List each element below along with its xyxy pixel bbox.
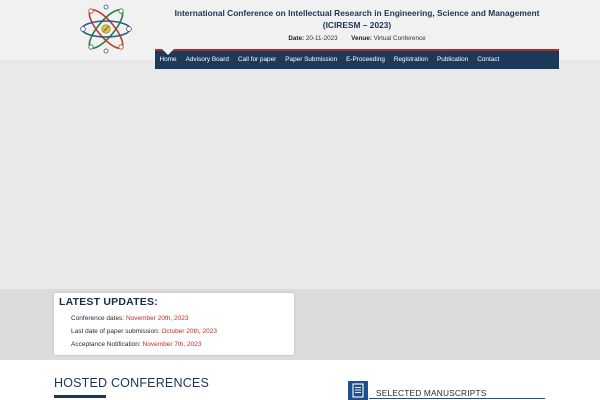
hosted-conferences-underline <box>54 395 106 398</box>
nav-publication[interactable]: Publication <box>433 51 473 69</box>
latest-updates-panel: LATEST UPDATES: Conference dates: Novemb… <box>54 293 294 355</box>
nav-home[interactable]: Home <box>155 51 181 69</box>
update-date: November 7th, 2023 <box>142 341 202 348</box>
nav-registration[interactable]: Registration <box>389 51 432 69</box>
venue-value: Virtual Conference <box>373 35 426 42</box>
conference-title-line2: (ICIRESM – 2023) <box>322 20 392 30</box>
update-label: Conference dates: <box>71 315 125 322</box>
hero-banner <box>0 60 600 289</box>
main-nav: Home Advisory Board Call for paper Paper… <box>155 49 559 69</box>
selected-manuscripts-heading: SELECTED MANUSCRIPTS <box>376 388 487 398</box>
update-date: November 20th, 2023 <box>125 315 189 322</box>
date-label: Date <box>288 35 303 42</box>
date-value: 20-11-2023 <box>305 35 338 42</box>
update-date: October 20th, 2023 <box>161 328 217 335</box>
nav-paper-submission[interactable]: Paper Submission <box>281 51 342 69</box>
nav-call-for-paper[interactable]: Call for paper <box>233 51 280 69</box>
nav-contact[interactable]: Contact <box>473 51 504 69</box>
nav-advisory-board[interactable]: Advisory Board <box>181 51 233 69</box>
venue-label: Venue <box>351 35 370 42</box>
hosted-conferences-heading: HOSTED CONFERENCES <box>54 376 210 390</box>
update-label: Acceptance Notification: <box>71 341 141 348</box>
atom-logo-icon[interactable] <box>79 4 133 54</box>
document-icon <box>348 381 368 400</box>
update-item: Last date of paper submission: October 2… <box>71 328 217 335</box>
nav-e-proceeding[interactable]: E-Proceeding <box>342 51 390 69</box>
selected-manuscripts-underline <box>369 398 545 399</box>
conference-title-line1: International Conference on Intellectual… <box>174 8 540 18</box>
update-item: Acceptance Notification: November 7th, 2… <box>71 341 201 348</box>
conference-meta: Date: 20-11-2023 Venue: Virtual Conferen… <box>288 35 426 42</box>
update-label: Last date of paper submission: <box>71 328 160 335</box>
update-item: Conference dates: November 20th, 2023 <box>71 315 188 322</box>
conference-title: International Conference on Intellectual… <box>157 7 557 31</box>
latest-updates-title: LATEST UPDATES: <box>59 296 158 308</box>
